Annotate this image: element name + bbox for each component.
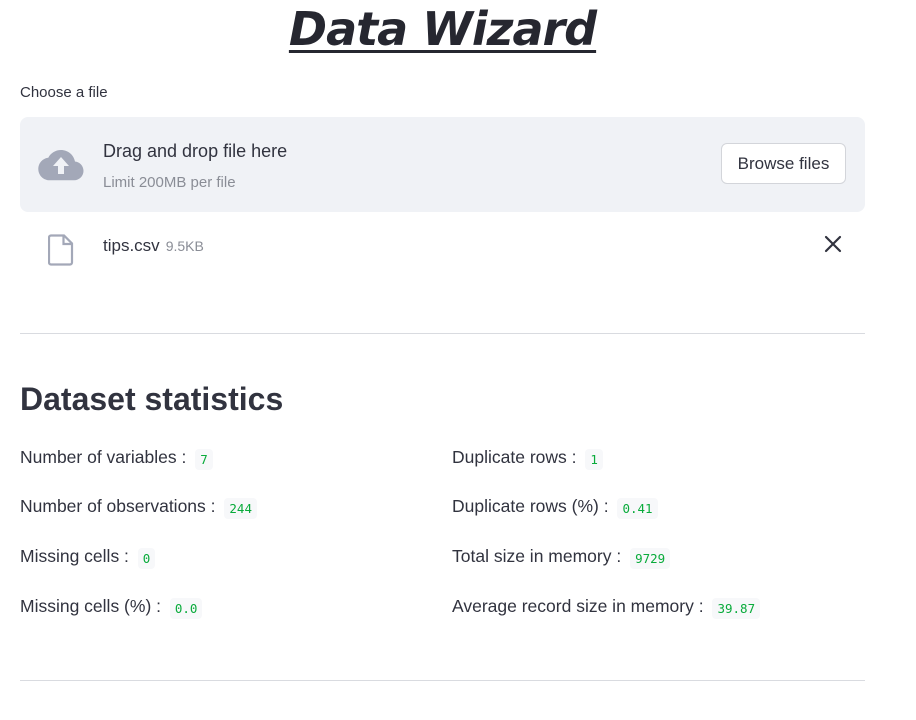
stat-missing-cells-pct: Missing cells (%) : 0.0 xyxy=(20,596,203,619)
dropzone-limit: Limit 200MB per file xyxy=(103,174,236,191)
stat-label: Duplicate rows : xyxy=(452,447,577,467)
cloud-upload-icon xyxy=(38,150,84,181)
stat-number-of-variables: Number of variables : 7 xyxy=(20,447,213,470)
stat-number-of-observations: Number of observations : 244 xyxy=(20,496,257,519)
stat-value: 244 xyxy=(224,498,257,519)
file-name-text: tips.csv xyxy=(103,236,160,255)
browse-files-button[interactable]: Browse files xyxy=(721,143,846,184)
stat-duplicate-rows-pct: Duplicate rows (%) : 0.41 xyxy=(452,496,658,519)
dropzone-instructions: Drag and drop file here xyxy=(103,141,288,161)
stat-label: Missing cells (%) : xyxy=(20,596,161,616)
file-size: 9.5KB xyxy=(165,238,204,254)
stat-value: 0.41 xyxy=(617,498,658,519)
section-heading: Dataset statistics xyxy=(20,381,284,417)
uploaded-file-row: tips.csv 9.5KB xyxy=(20,226,865,270)
file-dropzone[interactable]: Drag and drop file here Limit 200MB per … xyxy=(20,117,865,212)
page-title: Data Wizard xyxy=(288,2,597,56)
stat-value: 9729 xyxy=(630,548,671,569)
divider xyxy=(20,680,865,681)
stat-missing-cells: Missing cells : 0 xyxy=(20,546,156,569)
stat-value: 7 xyxy=(195,449,213,470)
file-icon xyxy=(48,234,74,266)
stat-label: Number of observations : xyxy=(20,496,216,516)
stat-value: 0.0 xyxy=(169,598,203,619)
stat-value: 1 xyxy=(585,449,603,470)
stat-label: Total size in memory : xyxy=(452,546,622,566)
stat-total-size-in-memory: Total size in memory : 9729 xyxy=(452,546,671,569)
uploader-label: Choose a file xyxy=(20,84,108,101)
stat-value: 0 xyxy=(137,548,156,569)
stat-label: Duplicate rows (%) : xyxy=(452,496,609,516)
stat-label: Average record size in memory : xyxy=(452,596,704,616)
uploaded-file-name: tips.csv 9.5KB xyxy=(103,236,204,256)
stat-label: Number of variables : xyxy=(20,447,187,467)
close-icon[interactable] xyxy=(823,234,843,254)
stat-label: Missing cells : xyxy=(20,546,129,566)
stat-duplicate-rows: Duplicate rows : 1 xyxy=(452,447,603,470)
stat-average-record-size: Average record size in memory : 39.87 xyxy=(452,596,761,619)
divider xyxy=(20,333,865,334)
stat-value: 39.87 xyxy=(712,598,761,619)
